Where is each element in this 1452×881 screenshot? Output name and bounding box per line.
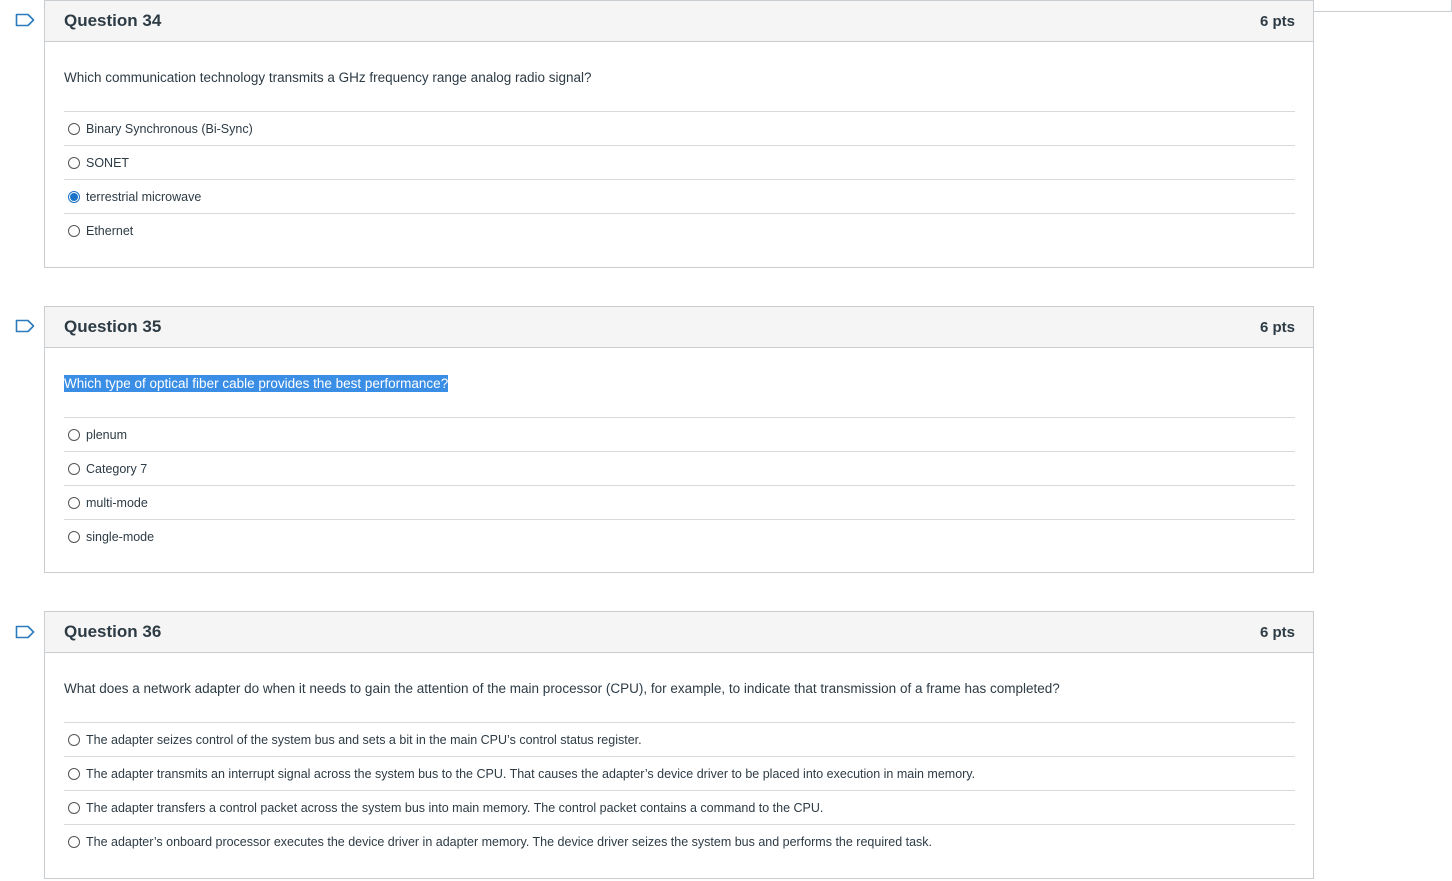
answer-list: plenum Category 7 multi-mode single-mode [64,418,1295,572]
answer-label: Ethernet [86,224,134,238]
flag-question-36-icon[interactable] [15,625,35,639]
radio-button[interactable] [68,836,80,848]
question-35: Question 35 6 pts Which type of optical … [44,306,1314,573]
answer-label: Category 7 [86,461,148,476]
answer-option[interactable]: multi-mode [64,486,1295,520]
radio-button[interactable] [68,733,80,746]
question-34: Question 34 6 pts Which communication te… [44,0,1314,268]
question-prompt: Which type of optical fiber cable provid… [64,348,1295,418]
answer-option[interactable]: plenum [64,418,1295,452]
question-title: Question 36 [64,622,162,641]
radio-button[interactable] [68,767,80,780]
answer-label: Binary Synchronous (Bi-Sync) [86,121,253,136]
answer-option[interactable]: Ethernet [64,214,1295,248]
question-prompt: What does a network adapter do when it n… [64,653,1295,723]
answer-label: The adapter’s onboard processor executes… [86,835,933,849]
question-header: Question 35 6 pts [45,307,1313,348]
answer-label: The adapter transfers a control packet a… [86,800,824,815]
answer-list: Binary Synchronous (Bi-Sync) SONET terre… [64,112,1295,266]
answer-option[interactable]: Binary Synchronous (Bi-Sync) [64,112,1295,146]
answer-label: terrestrial microwave [86,189,202,204]
question-prompt-text: Which type of optical fiber cable provid… [64,375,449,392]
answer-label: single-mode [86,530,155,544]
question-header: Question 34 6 pts [45,1,1313,42]
answer-option[interactable]: single-mode [64,520,1295,554]
radio-button[interactable] [68,496,80,509]
question-points: 6 pts [1259,12,1295,30]
question-prompt-text: What does a network adapter do when it n… [64,681,1060,696]
question-title: Question 34 [64,11,162,30]
radio-button[interactable] [68,156,80,169]
question-header: Question 36 6 pts [45,612,1313,653]
flag-question-34-icon[interactable] [15,13,35,27]
question-points: 6 pts [1259,318,1295,336]
answer-option[interactable]: SONET [64,146,1295,180]
flag-question-35-icon[interactable] [15,319,35,333]
radio-button[interactable] [68,801,80,814]
question-prompt: Which communication technology transmits… [64,42,1295,112]
radio-button-selected[interactable] [68,190,80,203]
answer-option[interactable]: The adapter’s onboard processor executes… [64,825,1295,859]
question-prompt-text: Which communication technology transmits… [64,70,592,85]
answer-option[interactable]: The adapter transmits an interrupt signa… [64,757,1295,791]
answer-label: plenum [86,427,127,442]
radio-button[interactable] [68,428,80,441]
answer-label: The adapter seizes control of the system… [86,732,642,747]
answer-option[interactable]: Category 7 [64,452,1295,486]
radio-button[interactable] [68,531,80,543]
radio-button[interactable] [68,225,80,237]
radio-button[interactable] [68,122,80,135]
answer-label: multi-mode [86,495,148,510]
answer-label: SONET [86,155,130,170]
question-title: Question 35 [64,317,162,336]
answer-list: The adapter seizes control of the system… [64,723,1295,877]
question-points: 6 pts [1259,623,1295,641]
answer-option[interactable]: terrestrial microwave [64,180,1295,214]
answer-label: The adapter transmits an interrupt signa… [86,766,976,781]
radio-button[interactable] [68,462,80,475]
answer-option[interactable]: The adapter transfers a control packet a… [64,791,1295,825]
question-36: Question 36 6 pts What does a network ad… [44,611,1314,879]
answer-option[interactable]: The adapter seizes control of the system… [64,723,1295,757]
